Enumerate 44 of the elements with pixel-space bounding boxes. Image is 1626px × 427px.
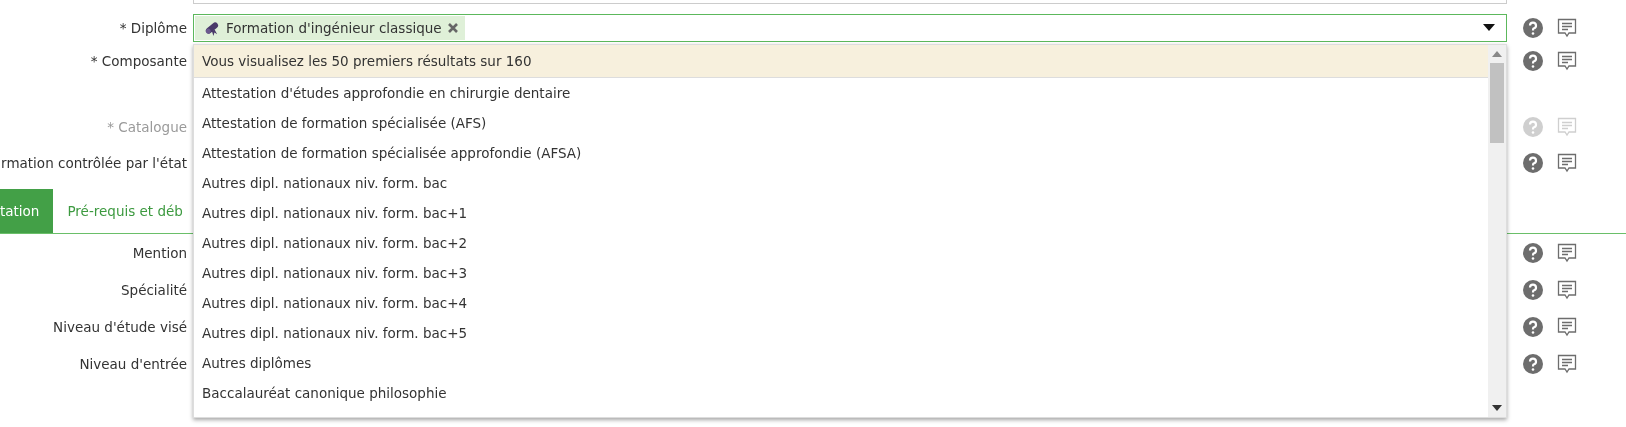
dropdown-option[interactable]: Attestation de formation spécialisée approfondie (AFSA) <box>194 138 1488 168</box>
scroll-thumb[interactable] <box>1490 63 1504 143</box>
dropdown-option[interactable]: Autres dipl. nationaux niv. form. bac+4 <box>194 288 1488 318</box>
scrollbar[interactable] <box>1488 45 1506 417</box>
help-icon[interactable] <box>1523 279 1543 300</box>
comment-icon[interactable] <box>1557 242 1577 263</box>
field-label: * Diplôme <box>118 20 187 36</box>
help-icon[interactable] <box>1523 18 1543 38</box>
dropdown-option[interactable]: Autres dipl. nationaux niv. form. bac+1 <box>194 198 1488 228</box>
field-label: Spécialité <box>120 281 187 298</box>
dropdown-option[interactable]: Baccalauréat canonique philosophie <box>194 378 1488 408</box>
dropdown-option[interactable]: Autres diplômes <box>194 348 1488 378</box>
help-icon[interactable] <box>1523 242 1543 263</box>
remove-icon[interactable] <box>446 22 459 34</box>
diploma-select[interactable]: Formation d'ingénieur classique <box>193 14 1507 42</box>
dropdown-option[interactable]: Autres dipl. nationaux niv. form. bac <box>194 168 1488 198</box>
field-label: * Composante <box>89 53 187 69</box>
dropdown-option[interactable]: Autres dipl. nationaux niv. form. bac+3 <box>194 258 1488 288</box>
field-label: * Catalogue <box>106 119 187 135</box>
field-label: rmation contrôlée par l'état <box>0 155 187 171</box>
comment-icon[interactable] <box>1557 279 1577 300</box>
scroll-up-icon[interactable] <box>1492 51 1502 57</box>
tab[interactable]: Pré-requis et déb <box>53 189 197 233</box>
dropdown-option[interactable]: Attestation de formation spécialisée (AFS) <box>194 108 1488 138</box>
comment-icon[interactable] <box>1557 353 1577 374</box>
field-label: Niveau d'étude visé <box>52 318 187 335</box>
help-icon[interactable] <box>1523 153 1543 173</box>
field-label: Niveau d'entrée <box>78 355 187 372</box>
comment-icon[interactable] <box>1557 153 1577 173</box>
tag-label: Formation d'ingénieur classique <box>226 20 442 36</box>
dropdown-option[interactable]: Attestation d'études approfondie en chirurgie dentaire <box>194 78 1488 108</box>
results-notice: Vous visualisez les 50 premiers résultats sur 160 <box>194 45 1488 78</box>
help-icon[interactable] <box>1523 353 1543 374</box>
field-label: Mention <box>131 244 187 261</box>
caret-icon[interactable] <box>1483 24 1495 32</box>
dropdown-option[interactable]: Autres dipl. nationaux niv. form. bac+5 <box>194 318 1488 348</box>
comment-icon[interactable] <box>1557 51 1577 71</box>
scroll-down-icon[interactable] <box>1492 405 1502 411</box>
help-icon[interactable] <box>1523 51 1543 71</box>
comment-icon[interactable] <box>1557 316 1577 337</box>
input-field[interactable] <box>193 0 1507 4</box>
dropdown-option[interactable]: Autres dipl. nationaux niv. form. bac+2 <box>194 228 1488 258</box>
help-icon[interactable] <box>1523 316 1543 337</box>
comment-icon[interactable] <box>1557 18 1577 38</box>
